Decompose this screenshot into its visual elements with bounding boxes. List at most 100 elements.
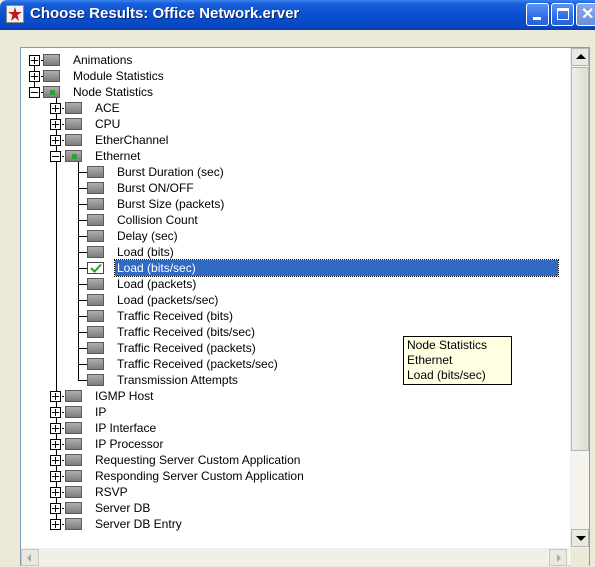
checkbox[interactable] bbox=[87, 374, 104, 386]
checkbox[interactable] bbox=[65, 102, 82, 114]
item-label: Traffic Received (bits) bbox=[117, 309, 234, 323]
checkbox[interactable] bbox=[43, 54, 60, 66]
expand-icon[interactable] bbox=[50, 471, 61, 482]
expand-icon[interactable] bbox=[50, 423, 61, 434]
statistic-item[interactable]: Load (packets/sec) bbox=[21, 292, 569, 308]
tree-node[interactable]: Responding Server Custom Application bbox=[21, 468, 569, 484]
tree-connector-line bbox=[62, 508, 64, 509]
checkbox[interactable] bbox=[65, 422, 82, 434]
item-label: Ethernet bbox=[95, 149, 141, 163]
statistic-item[interactable]: Collision Count bbox=[21, 212, 569, 228]
statistic-item[interactable]: Traffic Received (bits) bbox=[21, 308, 569, 324]
collapse-icon[interactable] bbox=[29, 87, 40, 98]
expand-icon[interactable] bbox=[29, 71, 40, 82]
statistic-item[interactable]: Load (packets) bbox=[21, 276, 569, 292]
tree-node[interactable]: IGMP Host bbox=[21, 388, 569, 404]
tree-node[interactable]: Animations bbox=[21, 52, 569, 68]
maximize-button[interactable] bbox=[551, 3, 574, 26]
checkbox[interactable] bbox=[87, 166, 104, 178]
collapse-icon[interactable] bbox=[50, 151, 61, 162]
arrow-down-icon bbox=[576, 536, 586, 541]
statistic-item[interactable]: Delay (sec) bbox=[21, 228, 569, 244]
scroll-left-button[interactable] bbox=[21, 549, 39, 566]
checkbox[interactable] bbox=[87, 326, 104, 338]
checkbox[interactable] bbox=[87, 278, 104, 290]
expand-icon[interactable] bbox=[50, 103, 61, 114]
item-label: Requesting Server Custom Application bbox=[95, 453, 301, 467]
tooltip: Node Statistics Ethernet Load (bits/sec) bbox=[403, 336, 512, 385]
horizontal-scroll-thumb[interactable] bbox=[40, 549, 548, 566]
checkbox[interactable] bbox=[87, 214, 104, 226]
tree-connector-line bbox=[78, 252, 87, 253]
checkbox[interactable] bbox=[87, 198, 104, 210]
tree-node[interactable]: RSVP bbox=[21, 484, 569, 500]
title-bar[interactable]: Choose Results: Office Network.erver ✕ bbox=[0, 0, 595, 30]
statistic-item[interactable]: Burst Duration (sec) bbox=[21, 164, 569, 180]
checkbox[interactable] bbox=[65, 470, 82, 482]
checkbox[interactable] bbox=[87, 182, 104, 194]
tree-node[interactable]: Server DB bbox=[21, 500, 569, 516]
checkbox[interactable] bbox=[65, 406, 82, 418]
tree-node[interactable]: ACE bbox=[21, 100, 569, 116]
scroll-thumb[interactable] bbox=[571, 67, 589, 451]
checkbox[interactable] bbox=[87, 294, 104, 306]
expand-icon[interactable] bbox=[29, 55, 40, 66]
tree-node[interactable]: Node Statistics bbox=[21, 84, 569, 100]
checked-checkbox[interactable] bbox=[87, 262, 104, 274]
statistic-item[interactable]: Load (bits) bbox=[21, 244, 569, 260]
tree-node[interactable]: CPU bbox=[21, 116, 569, 132]
checkbox[interactable] bbox=[65, 502, 82, 514]
tree-node[interactable]: Server DB Entry bbox=[21, 516, 569, 532]
scroll-down-button[interactable] bbox=[571, 529, 589, 547]
item-label: Node Statistics bbox=[73, 85, 154, 99]
expand-icon[interactable] bbox=[50, 391, 61, 402]
scrollbar-corner bbox=[570, 548, 589, 566]
checkbox[interactable] bbox=[65, 134, 82, 146]
vertical-scrollbar[interactable] bbox=[570, 48, 589, 548]
checkbox[interactable] bbox=[87, 246, 104, 258]
expand-icon[interactable] bbox=[50, 487, 61, 498]
tree-node[interactable]: IP Processor bbox=[21, 436, 569, 452]
tree-node[interactable]: IP bbox=[21, 404, 569, 420]
tree-connector-line bbox=[62, 140, 64, 141]
checkbox[interactable] bbox=[65, 150, 82, 162]
checkbox[interactable] bbox=[65, 518, 82, 530]
checkbox[interactable] bbox=[87, 230, 104, 242]
checkbox[interactable] bbox=[87, 358, 104, 370]
statistic-item[interactable]: Burst Size (packets) bbox=[21, 196, 569, 212]
item-label: ACE bbox=[95, 101, 120, 115]
close-button[interactable]: ✕ bbox=[576, 3, 595, 26]
checkbox[interactable] bbox=[65, 118, 82, 130]
checkbox[interactable] bbox=[43, 70, 60, 82]
expand-icon[interactable] bbox=[50, 503, 61, 514]
horizontal-scrollbar[interactable] bbox=[21, 548, 569, 566]
scroll-right-button[interactable] bbox=[549, 549, 567, 566]
expand-icon[interactable] bbox=[50, 455, 61, 466]
checkbox[interactable] bbox=[65, 390, 82, 402]
checkbox[interactable] bbox=[65, 438, 82, 450]
minimize-button[interactable] bbox=[526, 3, 549, 26]
scroll-up-button[interactable] bbox=[571, 48, 589, 66]
checkbox[interactable] bbox=[65, 486, 82, 498]
checkbox[interactable] bbox=[43, 86, 60, 98]
tree-connector-line bbox=[78, 348, 87, 349]
checkbox[interactable] bbox=[87, 342, 104, 354]
expand-icon[interactable] bbox=[50, 119, 61, 130]
statistic-item[interactable]: Burst ON/OFF bbox=[21, 180, 569, 196]
expand-icon[interactable] bbox=[50, 439, 61, 450]
tree-node[interactable]: Module Statistics bbox=[21, 68, 569, 84]
item-label: Traffic Received (packets) bbox=[117, 341, 256, 355]
statistic-item[interactable]: Load (bits/sec) bbox=[21, 259, 569, 277]
checkbox[interactable] bbox=[65, 454, 82, 466]
tooltip-line: Ethernet bbox=[407, 353, 453, 367]
results-tree[interactable]: Animations Module Statistics Node Statisti… bbox=[21, 48, 569, 548]
expand-icon[interactable] bbox=[50, 519, 61, 530]
expand-icon[interactable] bbox=[50, 407, 61, 418]
tree-node[interactable]: Ethernet bbox=[21, 148, 569, 164]
tree-node[interactable]: Requesting Server Custom Application bbox=[21, 452, 569, 468]
checkbox[interactable] bbox=[87, 310, 104, 322]
tree-node[interactable]: IP Interface bbox=[21, 420, 569, 436]
item-label: RSVP bbox=[95, 485, 128, 499]
expand-icon[interactable] bbox=[50, 135, 61, 146]
tree-node[interactable]: EtherChannel bbox=[21, 132, 569, 148]
